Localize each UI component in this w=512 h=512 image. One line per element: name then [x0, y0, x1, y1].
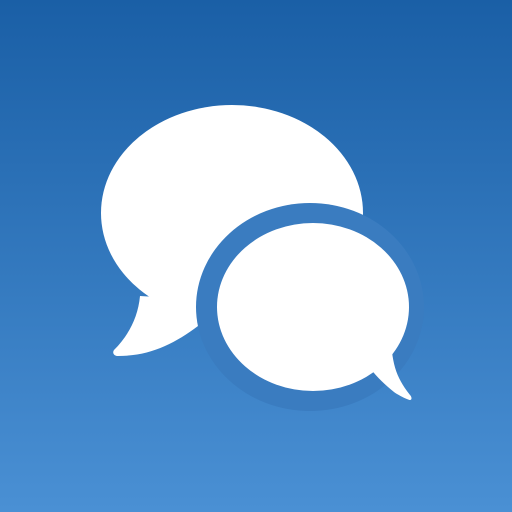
app-icon [0, 0, 512, 512]
chat-bubbles-icon [0, 0, 512, 512]
